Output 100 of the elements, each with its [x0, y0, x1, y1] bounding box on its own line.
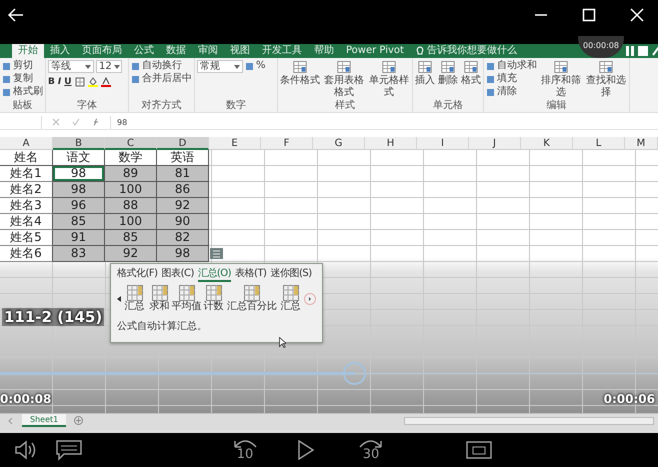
ribbon-tab[interactable]: 视图	[224, 44, 256, 58]
horizontal-scrollbar[interactable]	[404, 416, 654, 424]
column-header[interactable]: I	[417, 137, 469, 150]
pen-icon[interactable]	[652, 46, 658, 56]
skip-forward-button[interactable]: 30	[356, 438, 386, 462]
volume-icon[interactable]	[14, 439, 38, 461]
ribbon-button[interactable]: 套用表格格式	[323, 60, 365, 99]
panel-tab[interactable]: 表格(T)	[235, 267, 266, 282]
ribbon-button[interactable]: 合并后居中	[131, 73, 192, 85]
back-arrow-icon[interactable]	[8, 8, 24, 22]
table-cell[interactable]: 85	[53, 214, 105, 230]
table-cell[interactable]: 语文	[53, 150, 105, 166]
table-cell[interactable]: 88	[105, 198, 157, 214]
ribbon-button[interactable]: 条件格式	[280, 60, 320, 87]
ribbon-tab[interactable]: 开始	[12, 44, 44, 58]
column-header[interactable]: H	[365, 137, 417, 150]
ribbon-tab[interactable]: 插入	[44, 44, 76, 58]
ribbon-button[interactable]: 清除	[486, 86, 537, 98]
seek-thumb[interactable]	[343, 362, 366, 385]
table-cell[interactable]: 姓名2	[0, 182, 53, 198]
ribbon-button[interactable]: %	[245, 60, 266, 72]
sheet-tab[interactable]: Sheet1	[22, 414, 66, 427]
maximize-icon[interactable]	[582, 8, 596, 22]
analysis-option[interactable]: 平均值	[173, 285, 200, 313]
ribbon-button[interactable]: 删除	[438, 60, 458, 87]
column-header[interactable]: D	[157, 137, 209, 150]
ribbon-button[interactable]: 格式刷	[2, 86, 43, 98]
table-cell[interactable]: 92	[105, 246, 157, 262]
scroll-right-icon[interactable]	[304, 293, 316, 305]
table-cell[interactable]: 89	[105, 166, 157, 182]
table-cell[interactable]: 81	[157, 166, 209, 182]
panel-tab[interactable]: 格式化(F)	[117, 267, 158, 282]
table-cell[interactable]: 英语	[157, 150, 209, 166]
analysis-option[interactable]: 汇总	[123, 285, 146, 313]
ribbon-button[interactable]: 自动求和	[486, 60, 537, 72]
column-header[interactable]: J	[469, 137, 521, 150]
add-sheet-icon[interactable]	[74, 416, 84, 425]
captions-icon[interactable]	[56, 439, 82, 461]
column-header[interactable]: G	[313, 137, 365, 150]
ribbon-button[interactable]: 剪切	[2, 60, 43, 72]
ribbon-tab[interactable]: 公式	[128, 44, 160, 58]
table-cell[interactable]: 姓名	[0, 150, 53, 166]
column-header[interactable]: M	[625, 137, 658, 150]
table-cell[interactable]: 姓名3	[0, 198, 53, 214]
analysis-option[interactable]: 求和	[148, 285, 171, 313]
table-cell[interactable]: 数学	[105, 150, 157, 166]
analysis-option[interactable]: 汇总	[279, 285, 302, 313]
table-cell[interactable]: 82	[157, 230, 209, 246]
ribbon-button[interactable]: 填充	[486, 73, 537, 85]
play-icon[interactable]	[298, 440, 314, 460]
column-header[interactable]: A	[0, 137, 53, 150]
ribbon-tab[interactable]: 数据	[160, 44, 192, 58]
column-header[interactable]: B	[53, 137, 105, 150]
quick-analysis-icon[interactable]	[210, 248, 223, 259]
ribbon-tab[interactable]: 开发工具	[256, 44, 308, 58]
column-header[interactable]: F	[261, 137, 313, 150]
ribbon-tab[interactable]: 审阅	[192, 44, 224, 58]
picture-in-picture-icon[interactable]	[466, 441, 492, 459]
table-cell[interactable]: 姓名6	[0, 246, 53, 262]
scroll-left-icon[interactable]	[117, 296, 121, 302]
ribbon-tab[interactable]: 帮助	[308, 44, 340, 58]
format-button[interactable]: I	[58, 76, 62, 86]
column-header[interactable]: C	[105, 137, 157, 150]
combo-box[interactable]: 12	[96, 60, 122, 73]
table-cell[interactable]: 姓名4	[0, 214, 53, 230]
tell-me-search[interactable]: 告诉我你想要做什么	[426, 44, 517, 58]
analysis-option[interactable]: 汇总百分比	[227, 285, 277, 313]
table-cell[interactable]: 83	[53, 246, 105, 262]
table-cell[interactable]: 90	[157, 214, 209, 230]
panel-tab[interactable]: 图表(C)	[162, 267, 194, 282]
pause-icon[interactable]	[626, 46, 634, 56]
combo-box[interactable]: 等线	[48, 60, 94, 73]
panel-tab[interactable]: 汇总(O)	[198, 267, 232, 282]
ribbon-button[interactable]: 自动换行	[131, 60, 192, 72]
close-icon[interactable]	[630, 8, 644, 22]
format-button[interactable]: U	[64, 76, 72, 86]
skip-back-button[interactable]: 10	[230, 438, 260, 462]
analysis-option[interactable]: 计数	[202, 285, 225, 313]
panel-tab[interactable]: 迷你图(S)	[270, 267, 312, 282]
ribbon-button[interactable]: 插入	[415, 60, 435, 87]
table-cell[interactable]: 96	[53, 198, 105, 214]
table-cell[interactable]: 100	[105, 214, 157, 230]
ribbon-button[interactable]: 单元格样式	[368, 60, 410, 99]
table-cell[interactable]: 91	[53, 230, 105, 246]
column-header[interactable]: E	[209, 137, 261, 150]
ribbon-button[interactable]: 复制	[2, 73, 43, 85]
ribbon-tab[interactable]: 页面布局	[76, 44, 128, 58]
table-cell[interactable]: 100	[105, 182, 157, 198]
table-cell[interactable]: 98	[53, 182, 105, 198]
ribbon-button[interactable]: 查找和选择	[585, 60, 627, 99]
column-header[interactable]: K	[521, 137, 573, 150]
table-cell[interactable]: 姓名5	[0, 230, 53, 246]
table-cell[interactable]: 86	[157, 182, 209, 198]
ribbon-button[interactable]: 格式	[461, 60, 481, 87]
table-cell[interactable]: 姓名1	[0, 166, 53, 182]
column-header[interactable]: L	[573, 137, 625, 150]
ribbon-button[interactable]: 排序和筛选	[540, 60, 582, 99]
table-cell[interactable]: 92	[157, 198, 209, 214]
format-button[interactable]: B	[48, 76, 55, 86]
table-cell[interactable]: 85	[105, 230, 157, 246]
